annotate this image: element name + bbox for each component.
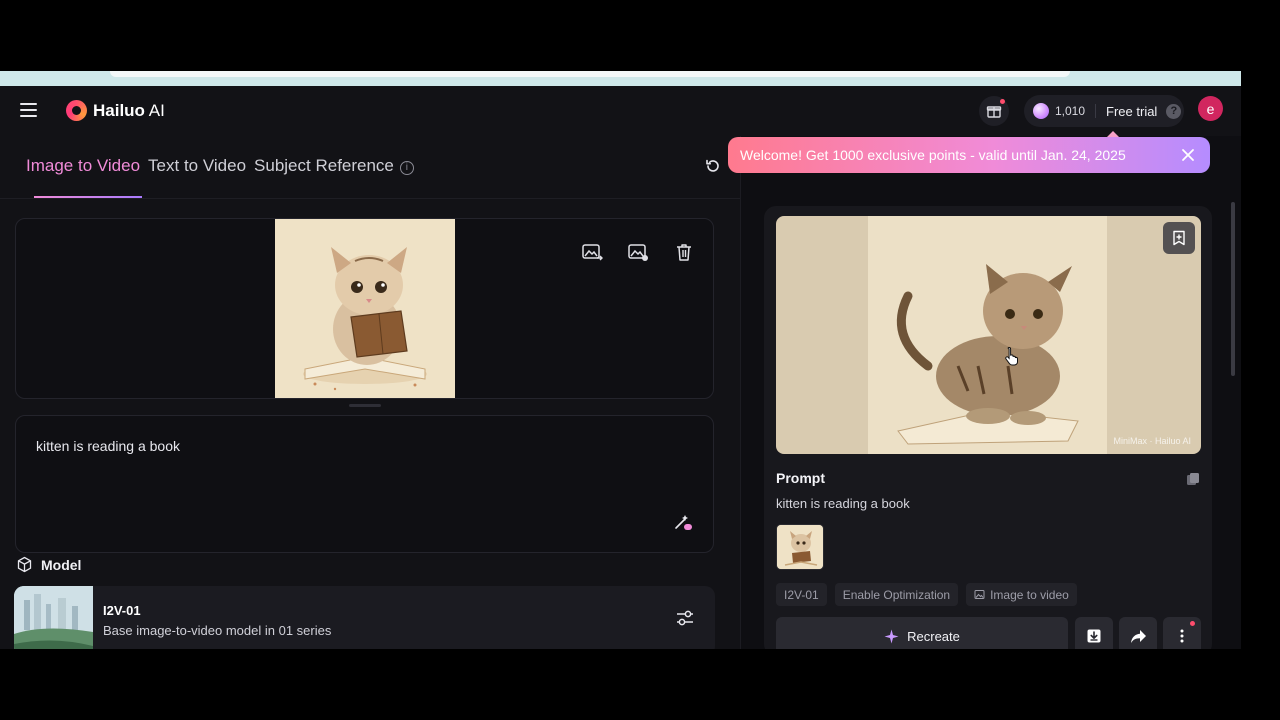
bookmark-button[interactable] xyxy=(1163,222,1195,254)
welcome-toast: Welcome! Get 1000 exclusive points - val… xyxy=(728,131,1210,173)
replace-image-icon[interactable] xyxy=(581,241,603,263)
points-balance: 1,010 xyxy=(1055,104,1086,118)
model-description: Base image-to-video model in 01 series xyxy=(103,623,332,638)
image-icon xyxy=(974,590,985,599)
gift-icon xyxy=(986,106,1002,118)
uploaded-image xyxy=(275,219,455,398)
help-icon[interactable]: ? xyxy=(1166,103,1182,119)
notification-dot xyxy=(1000,99,1005,104)
chip-mode-label: Image to video xyxy=(990,587,1069,602)
results-panel: Welcome! Get 1000 exclusive points - val… xyxy=(728,131,1241,649)
tab-subject-reference[interactable]: Subject Reference i xyxy=(254,156,414,176)
tabs-divider xyxy=(0,198,740,199)
image-upload-panel[interactable] xyxy=(15,218,714,399)
refresh-icon[interactable] xyxy=(704,157,722,175)
gem-icon xyxy=(1033,103,1049,119)
sliders-icon[interactable] xyxy=(675,608,695,628)
create-panel: Image to Video Text to Video Subject Ref… xyxy=(0,136,740,649)
cursor-hand-icon xyxy=(1005,346,1018,366)
resize-handle[interactable] xyxy=(349,404,381,407)
model-section-label: Model xyxy=(16,556,81,573)
model-selector[interactable]: I2V-01 Base image-to-video model in 01 s… xyxy=(14,586,715,649)
scrollbar[interactable] xyxy=(1231,202,1235,376)
brand-name: Hailuo AI xyxy=(93,100,165,120)
image-actions xyxy=(581,241,695,263)
video-frame-content xyxy=(868,216,1107,454)
free-trial-label[interactable]: Free trial xyxy=(1106,104,1157,119)
generated-video[interactable]: MiniMax · Hailuo AI xyxy=(776,216,1201,454)
generation-tags: I2V-01 Enable Optimization Image to vide… xyxy=(776,583,1077,606)
gift-button[interactable] xyxy=(979,96,1009,126)
share-icon xyxy=(1130,629,1146,643)
avatar[interactable]: e xyxy=(1198,96,1223,121)
cube-icon xyxy=(17,556,32,573)
prompt-input[interactable]: kitten is reading a book xyxy=(15,415,714,553)
copy-icon[interactable] xyxy=(1186,472,1200,486)
top-nav: Hailuo AI 1,010 Free trial ? e xyxy=(0,86,1241,136)
trash-icon[interactable] xyxy=(673,241,695,263)
info-icon[interactable]: i xyxy=(399,161,414,175)
chip-optimization: Enable Optimization xyxy=(834,583,959,606)
chip-model: I2V-01 xyxy=(776,583,827,606)
toast-message: Welcome! Get 1000 exclusive points - val… xyxy=(740,147,1126,163)
more-button[interactable] xyxy=(1163,617,1201,649)
reference-image-thumbnail[interactable] xyxy=(776,524,824,570)
model-name: I2V-01 xyxy=(103,603,141,618)
download-button[interactable] xyxy=(1075,617,1113,649)
browser-url-bar[interactable] xyxy=(110,71,1070,77)
tab-text-to-video[interactable]: Text to Video xyxy=(148,156,246,176)
result-prompt-text: kitten is reading a book xyxy=(776,496,910,511)
recreate-button[interactable]: Recreate xyxy=(776,617,1068,649)
result-prompt-title: Prompt xyxy=(776,470,825,486)
sparkle-icon xyxy=(884,629,899,643)
tab-subject-reference-label: Subject Reference xyxy=(254,156,394,175)
bookmark-icon xyxy=(1173,230,1185,246)
mode-tabs: Image to Video Text to Video Subject Ref… xyxy=(26,156,414,176)
toast-caret xyxy=(1107,131,1119,137)
prompt-text[interactable]: kitten is reading a book xyxy=(36,438,180,454)
notification-dot xyxy=(1190,621,1195,626)
recreate-label: Recreate xyxy=(907,628,960,644)
brand-logo-icon xyxy=(66,100,87,121)
tab-image-to-video[interactable]: Image to Video xyxy=(26,156,140,176)
browser-address-strip xyxy=(0,71,1241,86)
app-window: Hailuo AI 1,010 Free trial ? e Image to … xyxy=(0,86,1241,649)
video-watermark: MiniMax · Hailuo AI xyxy=(1113,436,1191,446)
more-icon xyxy=(1180,629,1184,643)
download-icon xyxy=(1087,629,1101,643)
brand-logo[interactable]: Hailuo AI xyxy=(66,100,165,121)
menu-icon[interactable] xyxy=(20,103,37,117)
share-button[interactable] xyxy=(1119,617,1157,649)
close-icon[interactable] xyxy=(1180,147,1196,163)
edit-image-icon[interactable] xyxy=(627,241,649,263)
model-section-title: Model xyxy=(41,556,82,573)
magic-wand-icon[interactable] xyxy=(673,512,693,532)
model-thumbnail xyxy=(14,586,93,649)
points-pill[interactable]: 1,010 Free trial ? xyxy=(1024,95,1184,127)
pill-divider xyxy=(1095,104,1097,118)
chip-mode: Image to video xyxy=(966,583,1077,606)
result-card: MiniMax · Hailuo AI Prompt kitten is rea… xyxy=(764,206,1212,649)
